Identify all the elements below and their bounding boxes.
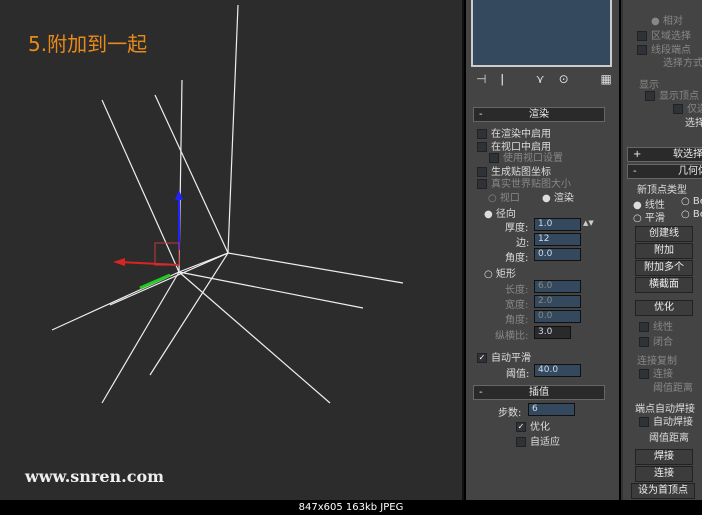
image-info-bar: 847x605 163kb JPEG bbox=[0, 500, 702, 515]
aspect-input[interactable]: 3.0 bbox=[534, 326, 571, 339]
viewport[interactable]: 5.附加到一起 www.snren.com bbox=[0, 0, 464, 500]
auto-weld-checkbox[interactable]: 自动焊接 bbox=[639, 413, 693, 428]
angle2-label: 角度: bbox=[505, 315, 529, 326]
linear-checkbox[interactable]: 线性 bbox=[639, 318, 673, 333]
attach-button[interactable]: 附加 bbox=[635, 243, 693, 259]
steps-label: 步数: bbox=[498, 408, 522, 419]
rollout-geometry[interactable]: -几何体 bbox=[627, 164, 702, 179]
real-world-checkbox[interactable]: 真实世界贴图大小 bbox=[477, 175, 571, 190]
rect-radio[interactable]: ○ 矩形 bbox=[484, 265, 516, 280]
angle-label: 角度: bbox=[505, 253, 529, 264]
weld-button[interactable]: 焊接 bbox=[635, 449, 693, 465]
selected-only-checkbox[interactable]: 仅选 bbox=[673, 100, 702, 115]
refine-button[interactable]: 优化 bbox=[635, 300, 693, 316]
angle-input[interactable]: 0.0 bbox=[534, 248, 581, 261]
rollout-interpolation[interactable]: - 插值 bbox=[473, 385, 605, 400]
threshold-input[interactable]: 40.0 bbox=[534, 364, 581, 377]
width-label: 宽度: bbox=[505, 300, 529, 311]
length-input[interactable]: 6.0 bbox=[534, 280, 581, 293]
stack-toolbar-icons[interactable]: ⊣ǀ ⋎⊙ ▦ bbox=[476, 72, 626, 86]
weld-threshold-label: 阈值距离 bbox=[649, 433, 689, 444]
relative-radio[interactable]: ● 相对 bbox=[651, 12, 683, 27]
modifier-stack-list[interactable] bbox=[471, 0, 612, 67]
select-by-button[interactable]: 选择方式 bbox=[663, 54, 702, 69]
connect-checkbox[interactable]: 连接 bbox=[639, 365, 673, 380]
watermark: www.snren.com bbox=[25, 467, 165, 486]
steps-input[interactable]: 6 bbox=[528, 403, 575, 416]
new-vertex-type-label: 新顶点类型 bbox=[637, 185, 687, 196]
auto-smooth-checkbox[interactable]: ✓ 自动平滑 bbox=[477, 349, 531, 364]
rollout-soft-select[interactable]: + 软选择 bbox=[627, 147, 702, 162]
create-line-button[interactable]: 创建线 bbox=[635, 226, 693, 242]
edit-spline-panel: ● 相对 区域选择 线段端点 选择方式 显示 显示顶点 仅选 选择 +软选择 -… bbox=[621, 0, 702, 500]
bezier-corner-radio[interactable]: ○ Be bbox=[681, 209, 702, 220]
thickness-label: 厚度: bbox=[505, 223, 529, 234]
sides-input[interactable]: 12 bbox=[534, 233, 581, 246]
angle2-input[interactable]: 0.0 bbox=[534, 310, 581, 323]
rollout-render[interactable]: - 渲染 bbox=[473, 107, 605, 122]
sides-label: 边: bbox=[516, 238, 530, 249]
adaptive-checkbox[interactable]: 自适应 bbox=[516, 433, 560, 448]
optimize-checkbox[interactable]: ✓ 优化 bbox=[516, 418, 550, 433]
aspect-label: 纵横比: bbox=[495, 331, 529, 342]
connect-button[interactable]: 连接 bbox=[635, 466, 693, 482]
close-checkbox[interactable]: 闭合 bbox=[639, 333, 673, 348]
threshold-distance-label: 阈值距离 bbox=[653, 383, 693, 394]
smooth-radio[interactable]: ○ 平滑 bbox=[633, 209, 665, 224]
area-select-checkbox[interactable]: 区域选择 bbox=[637, 27, 691, 42]
bezier-radio[interactable]: ○ Be bbox=[681, 196, 702, 207]
length-label: 长度: bbox=[505, 285, 529, 296]
thickness-input[interactable]: 1.0 bbox=[534, 218, 581, 231]
attach-multiple-button[interactable]: 附加多个 bbox=[635, 260, 693, 276]
spline-lines bbox=[51, 4, 404, 404]
radial-radio[interactable]: ● 径向 bbox=[484, 205, 516, 220]
viewport-radio[interactable]: ○ 视口 bbox=[488, 189, 520, 204]
width-input[interactable]: 2.0 bbox=[534, 295, 581, 308]
threshold-label: 阈值: bbox=[506, 369, 530, 380]
modifier-panel: ⊣ǀ ⋎⊙ ▦ - 渲染 在渲染中启用 在视口中启用 使用视口设置 生成贴图坐标 … bbox=[466, 0, 619, 500]
select-label: 选择 bbox=[685, 118, 702, 129]
cross-section-button[interactable]: 横截面 bbox=[635, 277, 693, 293]
make-first-button[interactable]: 设为首顶点 bbox=[631, 483, 695, 499]
transform-gizmo bbox=[113, 190, 183, 290]
render-radio[interactable]: ● 渲染 bbox=[542, 189, 574, 204]
use-viewport-checkbox[interactable]: 使用视口设置 bbox=[489, 149, 563, 164]
